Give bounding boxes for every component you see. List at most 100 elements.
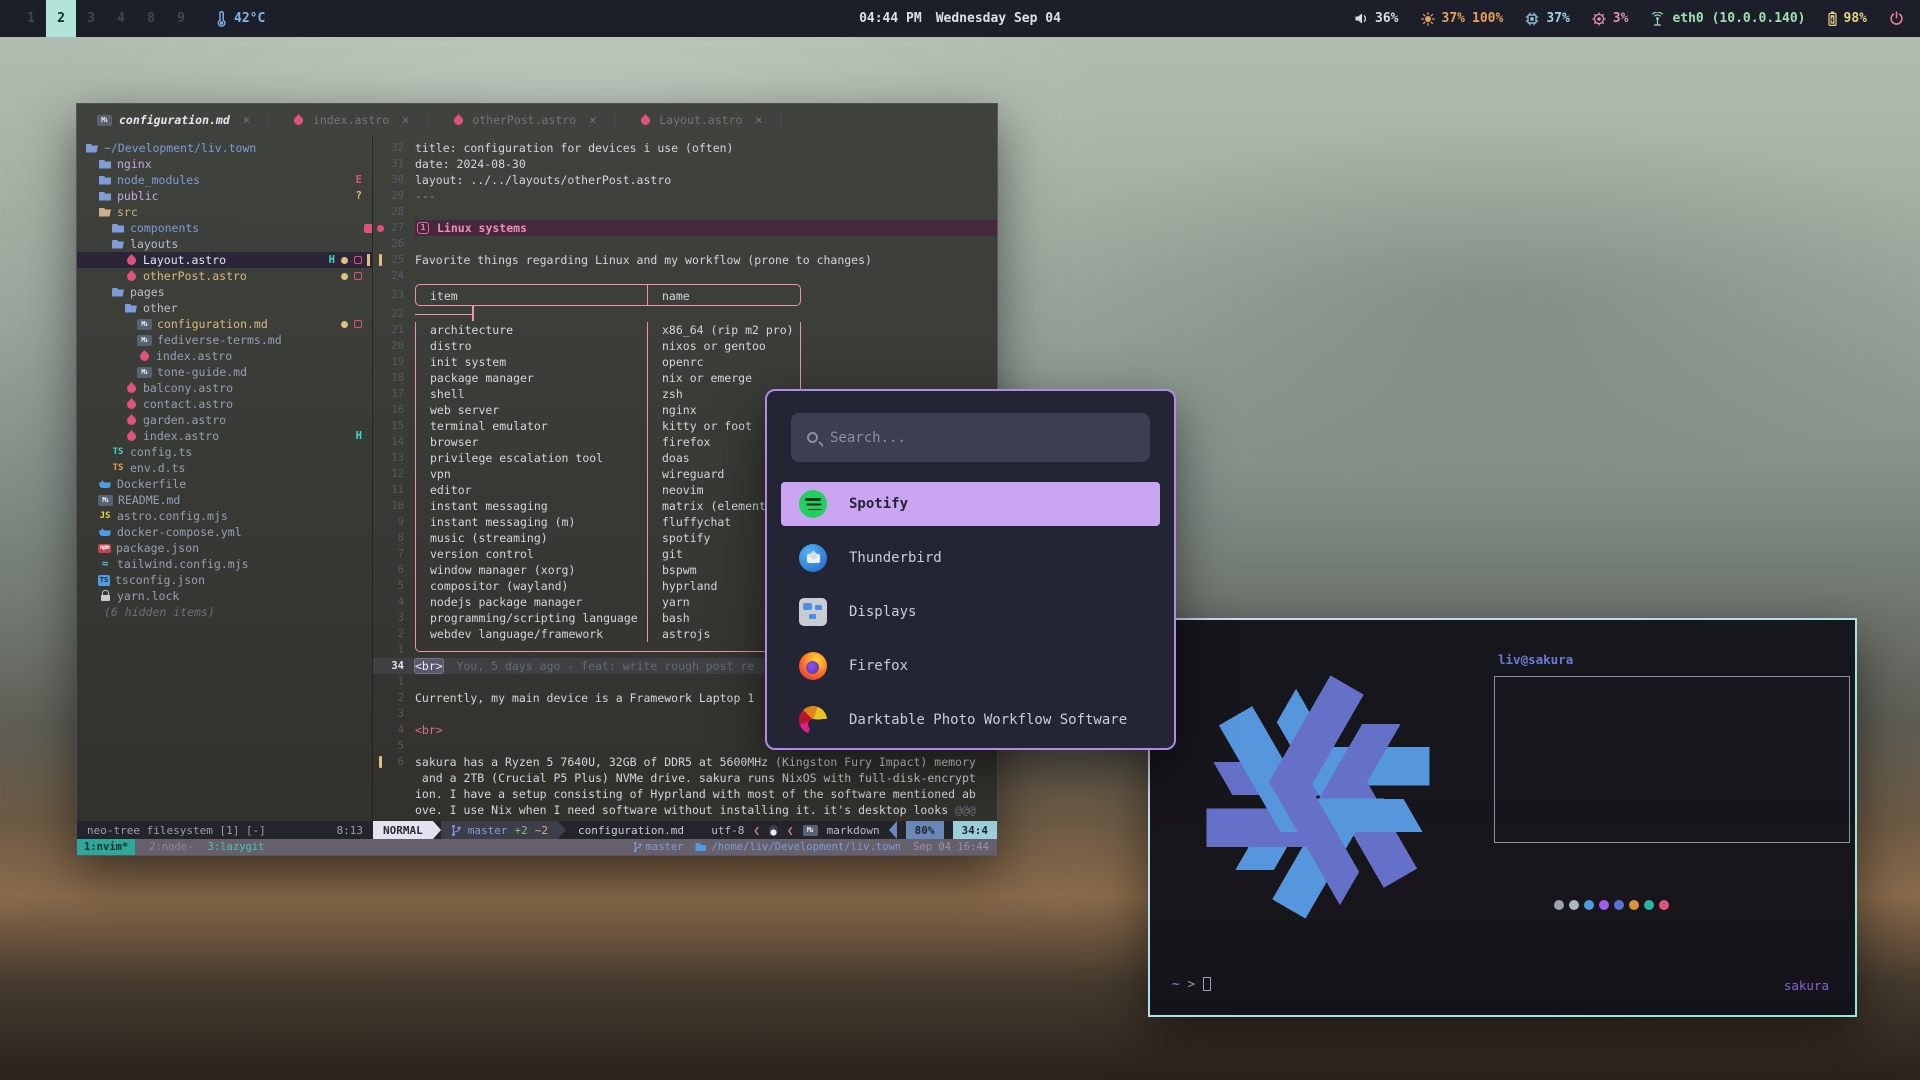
palette-dot [1614,900,1624,910]
gpu-indicator[interactable]: 3% [1592,11,1629,26]
astro-icon [124,382,138,395]
table-row: 19 init systemopenrc [373,354,997,370]
fetch-info-line: Uptime: 21 hours [1509,735,1849,752]
network-indicator[interactable]: eth0 (10.0.0.140) [1650,11,1805,26]
workspace-button[interactable]: 3 [76,0,106,37]
terminal-cursor [1203,977,1211,991]
tree-item[interactable]: Layout.astro H [77,252,372,268]
workspace-button[interactable]: 8 [136,0,166,37]
launcher-item[interactable]: Darktable Photo Workflow Software [781,698,1160,742]
tree-item[interactable]: other [77,300,372,316]
launcher-item[interactable]: Displays [781,590,1160,634]
lock-icon [98,590,112,603]
tree-item[interactable]: node_modules E [77,172,372,188]
tree-item[interactable]: otherPost.astro [77,268,372,284]
tab-close-icon[interactable]: × [755,113,762,127]
tree-item[interactable]: README.md [77,492,372,508]
tree-item[interactable]: Dockerfile [77,476,372,492]
tree-item[interactable]: config.ts [77,444,372,460]
tree-item[interactable]: package.json [77,540,372,556]
fetch-info-line: WM: sway [1509,801,1849,818]
palette-dot [1554,900,1564,910]
tree-item[interactable]: layouts [77,236,372,252]
tree-item[interactable]: contact.astro [77,396,372,412]
folder-open-icon [85,142,99,155]
tree-item[interactable]: tone-guide.md [77,364,372,380]
tree-item[interactable]: configuration.md [77,316,372,332]
editor-tab[interactable]: index.astro × │ [286,113,445,127]
tree-item[interactable]: balcony.astro [77,380,372,396]
table-cell: package manager [416,370,648,386]
tree-item[interactable]: nginx [77,156,372,172]
tree-item[interactable]: tsconfig.json [77,572,372,588]
workspace-button[interactable]: 1 [16,0,46,37]
volume-indicator[interactable]: 36% [1354,11,1398,26]
editor-tab[interactable]: otherPost.astro × │ [445,113,632,127]
launcher-search[interactable]: Search... [791,413,1150,462]
thunderbird-icon [799,544,827,572]
launcher-item[interactable]: Firefox [781,644,1160,688]
tree-item[interactable]: ~/Development/liv.town [77,140,372,156]
workspace-button[interactable]: 9 [166,0,196,37]
workspace-button[interactable]: 4 [106,0,136,37]
tree-item[interactable]: docker-compose.yml [77,524,372,540]
tree-item[interactable]: src [77,204,372,220]
npm-icon [98,544,111,553]
fastfetch-terminal-window: liv@sakura OS: NixOS 24.11.20240828.71e9… [1148,618,1857,1017]
typescript-icon [111,462,125,475]
firefox-icon [799,652,827,680]
tree-item-label: index.astro [156,348,232,364]
tree-item[interactable]: yarn.lock [77,588,372,604]
fetch-user-host: liv@sakura [1498,652,1573,667]
tree-item-label: fediverse-terms.md [157,332,282,348]
truncation-marker: @@@ [955,803,976,817]
tab-close-icon[interactable]: × [243,113,250,127]
editor-tab[interactable]: configuration.md × │ [91,113,286,127]
astro-icon [638,114,652,127]
tree-item-label: otherPost.astro [143,268,247,284]
brightness-icon [1421,12,1435,26]
tree-item[interactable]: public ? [77,188,372,204]
separator: ❮ [787,824,794,837]
tree-item[interactable]: fediverse-terms.md [77,332,372,348]
typescript-icon [111,446,125,459]
tree-item[interactable]: env.d.ts [77,460,372,476]
tree-item[interactable]: (6 hidden items) [77,604,372,620]
launcher-item[interactable]: Thunderbird [781,536,1160,580]
git-blame-text: You, 5 days ago - feat: write rough post… [443,659,755,673]
tree-item[interactable]: components [77,220,372,236]
table-header-row: 23 itemname [373,284,997,306]
thermometer-icon [216,11,227,27]
editor-tab[interactable]: Layout.astro × │ [632,113,798,127]
tmux-window-3[interactable]: 3:lazygit [208,841,265,853]
branch-name: master [468,824,508,837]
tree-item[interactable]: tailwind.config.mjs [77,556,372,572]
tmux-window-1[interactable]: 1:nvim* [77,839,135,855]
table-separator-row: 22 [373,306,997,322]
astro-icon [124,270,138,283]
tree-item[interactable]: index.astro [77,348,372,364]
tab-close-icon[interactable]: × [589,113,596,127]
diagnostic-box-icon [354,272,362,280]
git-change-bar-icon [379,756,382,768]
tab-separator: │ [778,113,785,127]
typescript-badge-icon [98,575,110,586]
code-line: 31date: 2024-08-30 [373,156,997,172]
brightness-indicator[interactable]: 37%100% [1421,11,1504,26]
tree-item[interactable]: astro.config.mjs [77,508,372,524]
tab-close-icon[interactable]: × [402,113,409,127]
markdown-icon [98,495,113,506]
fetch-info-line: DE: Hyprland (Wayland) [1509,784,1849,801]
workspace-button[interactable]: 2 [46,0,76,37]
javascript-icon [98,510,112,523]
launcher-item[interactable]: Spotify [781,482,1160,526]
tree-item[interactable]: garden.astro [77,412,372,428]
tmux-window-2[interactable]: 2:node- [149,841,193,853]
cpu-indicator[interactable]: 37% [1525,11,1569,26]
battery-indicator[interactable]: 98% [1828,11,1867,26]
tree-item[interactable]: index.astro H [77,428,372,444]
shell-prompt[interactable]: ~ > [1172,976,1211,991]
launcher-item-label: Darktable Photo Workflow Software [849,712,1127,728]
tree-item[interactable]: pages [77,284,372,300]
power-button[interactable] [1889,11,1904,26]
